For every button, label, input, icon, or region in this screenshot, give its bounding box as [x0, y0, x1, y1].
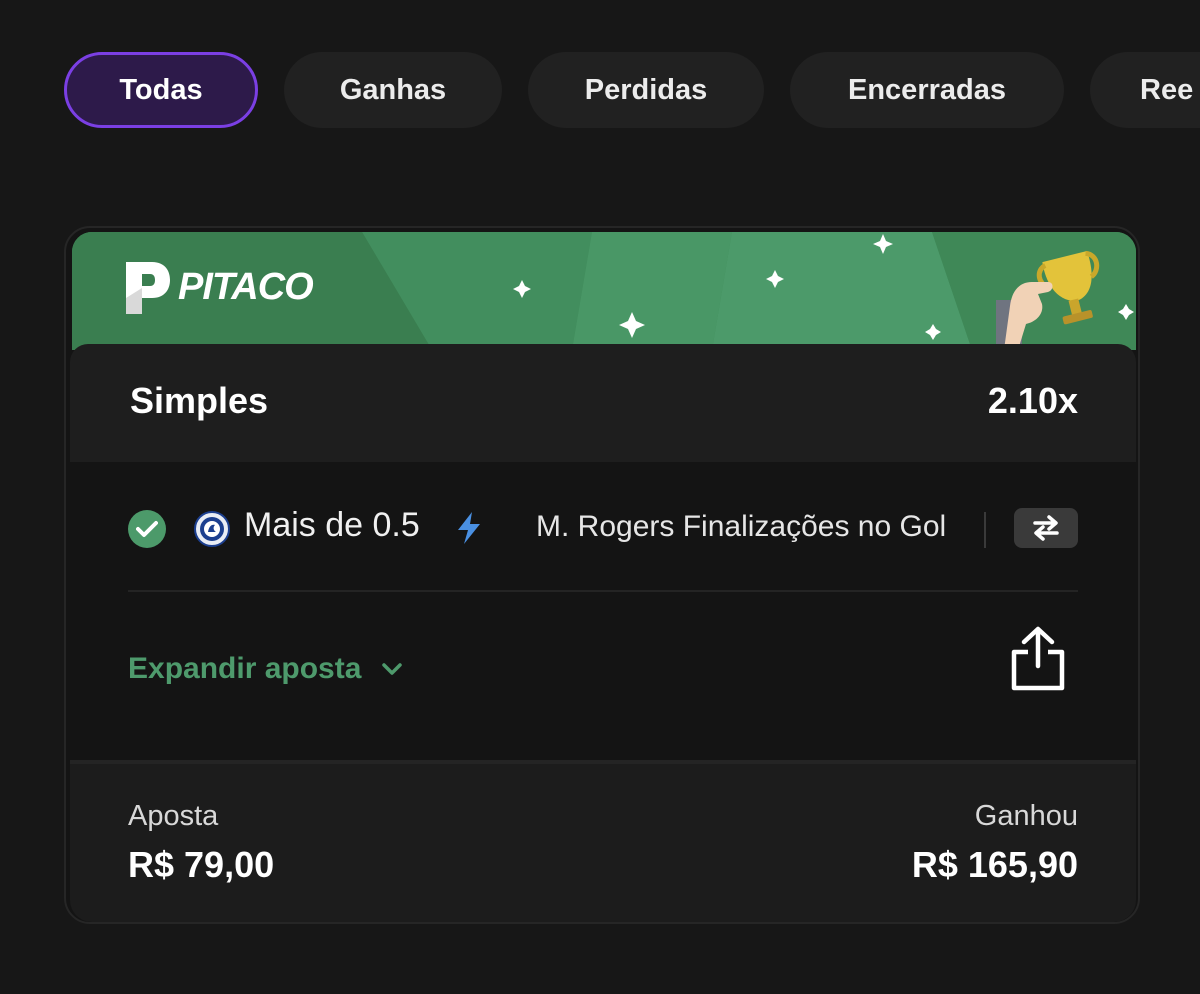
tab-ganhas[interactable]: Ganhas [284, 52, 502, 128]
selection-divider [984, 512, 986, 548]
bet-selection: Mais de 0.5 M. Rogers Finalizações no Go… [70, 462, 1136, 592]
bet-type: Simples [130, 380, 269, 421]
tab-label: Ree [1140, 73, 1194, 106]
share-icon [1011, 626, 1065, 691]
tab-label: Perdidas [584, 73, 708, 106]
result-value: R$ 165,90 [911, 844, 1078, 885]
swap-arrows-icon[interactable] [1014, 508, 1078, 548]
bet-filter-tabs: Todas Ganhas Perdidas Encerradas Ree [64, 52, 1200, 130]
selection-description: M. Rogers Finalizações no Gol [536, 510, 947, 543]
chelsea-crest-icon [194, 511, 230, 547]
tab-perdidas[interactable]: Perdidas [528, 52, 764, 128]
brand-name: PITACO [178, 265, 314, 308]
selection-market: Mais de 0.5 [244, 506, 420, 544]
tab-encerradas[interactable]: Encerradas [790, 52, 1064, 128]
tab-label: Encerradas [848, 73, 1006, 106]
bet-odds: 2.10x [987, 380, 1078, 421]
winner-banner: PITACO [72, 232, 1136, 350]
check-circle-icon [128, 510, 166, 548]
brand-logo: PITACO [122, 256, 314, 318]
result-label: Ganhou [974, 800, 1078, 832]
tab-label: Ganhas [339, 73, 447, 106]
bet-card: PITACO Simples 2.10x Mais de 0.5 M. Roge… [64, 226, 1140, 924]
stake-value: R$ 79,00 [128, 844, 275, 885]
bet-header: Simples 2.10x [70, 344, 1136, 462]
selection-row: Mais de 0.5 M. Rogers Finalizações no Go… [128, 462, 1078, 592]
expand-bet-button[interactable]: Expandir aposta [128, 652, 403, 686]
share-button[interactable] [1008, 626, 1068, 697]
lightning-icon [458, 512, 480, 544]
chevron-down-icon [382, 663, 403, 675]
tab-label: Todas [119, 73, 203, 106]
expand-bet-label: Expandir aposta [128, 652, 362, 685]
tab-reembolsadas[interactable]: Ree [1090, 52, 1200, 128]
trophy-hand-icon [996, 250, 1100, 350]
bet-summary: Aposta R$ 79,00 Ganhou R$ 165,90 [70, 760, 1136, 922]
stake-label: Aposta [128, 800, 219, 832]
pitaco-p-logo-icon [126, 262, 170, 314]
tab-todas[interactable]: Todas [64, 52, 258, 128]
